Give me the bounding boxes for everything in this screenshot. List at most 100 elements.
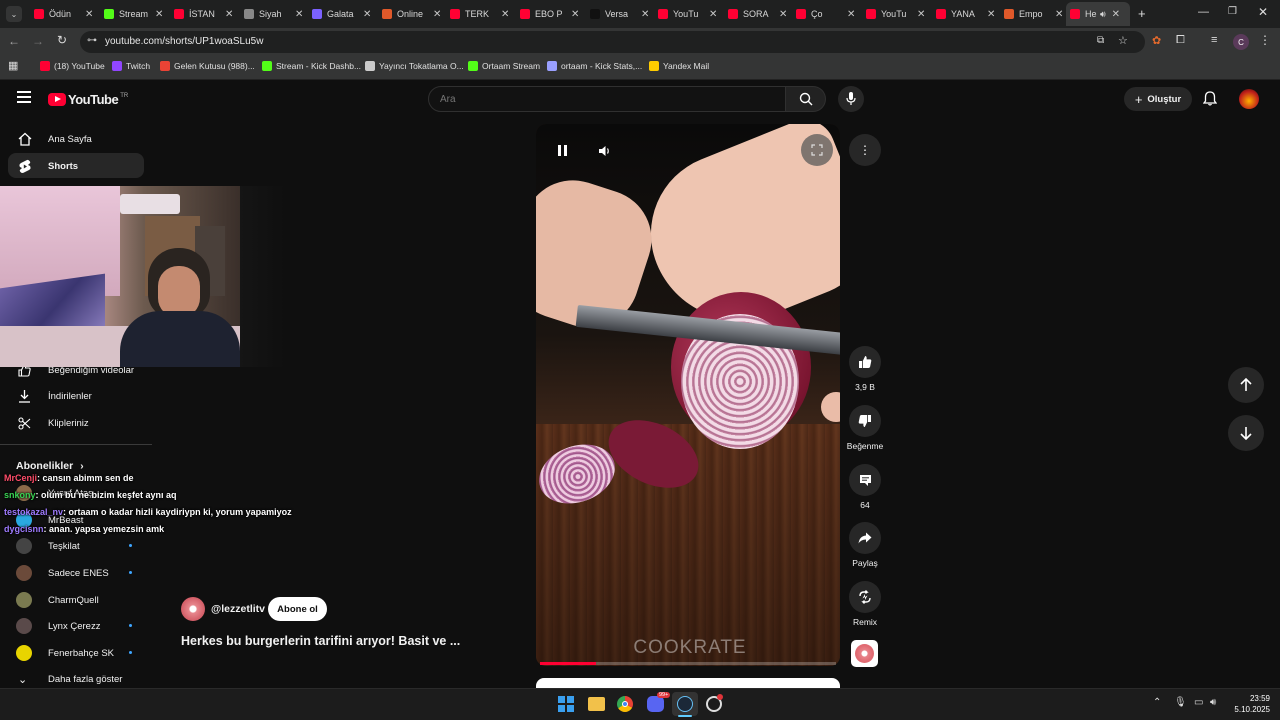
browser-tab[interactable]: Siyah ✕	[240, 2, 306, 26]
subscription-item[interactable]: Sadece ENES	[16, 565, 146, 581]
profile-avatar[interactable]: C	[1233, 34, 1249, 50]
comments-button[interactable]	[849, 464, 881, 496]
youtube-logo[interactable]: YouTube TR	[48, 92, 128, 107]
site-info-icon[interactable]: ⊶	[87, 35, 97, 46]
bookmark-item[interactable]: Yayıncı Tokatlama O...	[365, 61, 464, 71]
previous-short-button[interactable]	[1228, 367, 1264, 403]
tray-microphone-icon[interactable]: 🎙︎	[1174, 697, 1187, 708]
voice-search-button[interactable]	[838, 86, 864, 112]
show-more-button[interactable]: ⌄ Daha fazla göster	[18, 672, 148, 686]
close-window-button[interactable]: ✕	[1258, 5, 1268, 19]
windows-start-icon[interactable]	[558, 696, 574, 712]
tab-close-icon[interactable]: ✕	[433, 9, 441, 20]
bookmark-item[interactable]: ortaam - Kick Stats,...	[547, 61, 642, 71]
short-video-player[interactable]	[536, 124, 840, 666]
sidebar-item-clips[interactable]: Klipleriniz	[18, 415, 138, 431]
forward-icon[interactable]: →	[32, 34, 44, 48]
browser-tab[interactable]: YANA ✕	[932, 2, 998, 26]
tab-close-icon[interactable]: ✕	[709, 9, 717, 20]
chrome-menu-icon[interactable]: ⋮	[1259, 33, 1271, 47]
search-button[interactable]	[786, 86, 826, 112]
browser-tab[interactable]: TERK ✕	[446, 2, 512, 26]
file-explorer-icon[interactable]	[588, 697, 605, 711]
tab-close-icon[interactable]: ✕	[1112, 9, 1120, 20]
browser-tab[interactable]: Ödün ✕	[30, 2, 96, 26]
apps-grid-icon[interactable]: ▦	[8, 59, 18, 72]
tray-chevron-icon[interactable]: ⌃	[1153, 697, 1161, 708]
bookmark-item[interactable]: Twitch	[112, 61, 150, 71]
extensions-puzzle-icon[interactable]: ⧠	[1176, 34, 1185, 47]
browser-tab[interactable]: İSTAN ✕	[170, 2, 236, 26]
browser-tab[interactable]: He 🔊︎ ✕	[1066, 2, 1130, 26]
next-short-button[interactable]	[1228, 415, 1264, 451]
account-avatar[interactable]	[1239, 89, 1259, 109]
steam-icon-active[interactable]	[672, 692, 698, 716]
tab-close-icon[interactable]: ✕	[85, 9, 93, 20]
browser-tab[interactable]: Online ✕	[378, 2, 444, 26]
notifications-bell-icon[interactable]	[1202, 91, 1218, 111]
browser-tab[interactable]: Stream ✕	[100, 2, 166, 26]
bookmark-star-icon[interactable]: ☆	[1118, 34, 1128, 47]
tab-close-icon[interactable]: ✕	[571, 9, 579, 20]
browser-tab[interactable]: SORA ✕	[724, 2, 790, 26]
remix-button[interactable]	[849, 581, 881, 613]
bookmark-item[interactable]: Yandex Mail	[649, 61, 709, 71]
more-options-button[interactable]: ⋮	[849, 134, 881, 166]
sidebar-item-downloads[interactable]: İndirilenler	[18, 388, 138, 404]
browser-tab[interactable]: YouTu ✕	[862, 2, 928, 26]
reload-icon[interactable]: ↻	[57, 33, 67, 47]
tray-volume-icon[interactable]: 🔊︎	[1210, 697, 1216, 708]
tab-close-icon[interactable]: ✕	[1055, 9, 1063, 20]
browser-tab[interactable]: Versa ✕	[586, 2, 652, 26]
browser-tab[interactable]: Empo ✕	[1000, 2, 1066, 26]
channel-avatar[interactable]	[181, 597, 205, 621]
subscription-item[interactable]: CharmQuell	[16, 592, 146, 608]
subscription-item[interactable]: Fenerbahçe SK	[16, 645, 146, 661]
tab-close-icon[interactable]: ✕	[779, 9, 787, 20]
share-button[interactable]	[849, 522, 881, 554]
sidebar-item-home[interactable]: Ana Sayfa	[18, 131, 138, 147]
pause-icon[interactable]	[558, 145, 568, 156]
browser-tab[interactable]: Galata ✕	[308, 2, 374, 26]
chrome-icon[interactable]	[617, 696, 633, 712]
subscription-item[interactable]: Teşkilat	[16, 538, 146, 554]
subscriptions-header[interactable]: Abonelikler ›	[16, 460, 84, 472]
dislike-button[interactable]	[849, 405, 881, 437]
maximize-button[interactable]: ❐	[1228, 6, 1237, 17]
subscribe-button[interactable]: Abone ol	[268, 597, 327, 621]
video-progress-track[interactable]	[540, 662, 836, 665]
menu-icon[interactable]	[17, 91, 31, 103]
reading-list-icon[interactable]: ≡	[1211, 34, 1217, 46]
fullscreen-button[interactable]	[801, 134, 833, 166]
tab-close-icon[interactable]: ✕	[987, 9, 995, 20]
bookmark-item[interactable]: Ortaam Stream	[468, 61, 540, 71]
volume-icon[interactable]	[598, 144, 611, 162]
tab-close-icon[interactable]: ✕	[917, 9, 925, 20]
tab-close-icon[interactable]: ✕	[847, 9, 855, 20]
search-input[interactable]	[438, 90, 768, 108]
browser-tab[interactable]: Ço ✕	[792, 2, 858, 26]
bookmark-item[interactable]: Gelen Kutusu (988)...	[160, 61, 255, 71]
new-tab-button[interactable]: +	[1138, 6, 1146, 21]
tab-close-icon[interactable]: ✕	[295, 9, 303, 20]
minimize-button[interactable]: —	[1198, 6, 1209, 18]
create-button[interactable]: + Oluştur	[1124, 87, 1192, 111]
tab-close-icon[interactable]: ✕	[363, 9, 371, 20]
tray-clock-date[interactable]: 5.10.2025	[1222, 705, 1270, 714]
browser-tab[interactable]: EBO P ✕	[516, 2, 582, 26]
sound-thumbnail[interactable]	[851, 640, 878, 667]
tray-network-icon[interactable]: ▭	[1194, 697, 1203, 708]
bookmark-item[interactable]: Stream - Kick Dashb...	[262, 61, 361, 71]
tab-audio-icon[interactable]: 🔊︎	[1100, 9, 1106, 20]
install-app-icon[interactable]: ⧉	[1097, 35, 1104, 46]
discord-icon[interactable]	[647, 696, 664, 712]
browser-tab[interactable]: YouTu ✕	[654, 2, 720, 26]
tab-close-icon[interactable]: ✕	[641, 9, 649, 20]
back-icon[interactable]: ←	[8, 34, 20, 48]
channel-handle[interactable]: @lezzetlitv	[211, 603, 265, 615]
tab-close-icon[interactable]: ✕	[501, 9, 509, 20]
tab-search-dropdown-button[interactable]: ⌄	[6, 6, 22, 22]
tab-close-icon[interactable]: ✕	[155, 9, 163, 20]
extension-icon[interactable]: ✿	[1152, 34, 1161, 47]
tray-clock-time[interactable]: 23:59	[1238, 694, 1270, 703]
